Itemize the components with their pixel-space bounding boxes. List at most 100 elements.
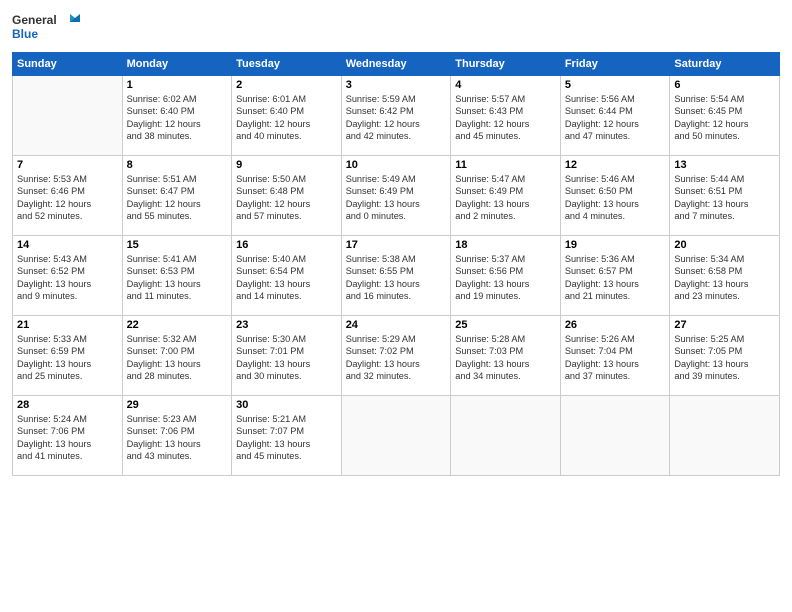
calendar-cell: 2Sunrise: 6:01 AM Sunset: 6:40 PM Daylig… [232, 76, 342, 156]
logo: General Blue [12, 10, 82, 46]
cell-content: Sunrise: 5:44 AM Sunset: 6:51 PM Dayligh… [674, 173, 775, 223]
cell-content: Sunrise: 5:59 AM Sunset: 6:42 PM Dayligh… [346, 93, 447, 143]
col-header-saturday: Saturday [670, 53, 780, 76]
calendar-cell: 28 Sunrise: 5:24 AM Sunset: 7:06 PM Dayli… [13, 396, 123, 476]
calendar-cell: 18 Sunrise: 5:37 AM Sunset: 6:56 PM Dayli… [451, 236, 561, 316]
calendar-cell [451, 396, 561, 476]
calendar-cell: 14 Sunrise: 5:43 AM Sunset: 6:52 PM Dayli… [13, 236, 123, 316]
calendar-cell: 6 Sunrise: 5:54 AM Sunset: 6:45 PM Daylig… [670, 76, 780, 156]
cell-content: Sunrise: 5:57 AM Sunset: 6:43 PM Dayligh… [455, 93, 556, 143]
day-number: 13 [674, 159, 775, 171]
day-number: 2 [236, 79, 337, 91]
day-number: 26 [565, 319, 666, 331]
day-number: 17 [346, 239, 447, 251]
day-number: 15 [127, 239, 228, 251]
day-number: 8 [127, 159, 228, 171]
calendar-cell: 13 Sunrise: 5:44 AM Sunset: 6:51 PM Dayli… [670, 156, 780, 236]
cell-content: Sunrise: 5:37 AM Sunset: 6:56 PM Dayligh… [455, 253, 556, 303]
logo-svg: General Blue [12, 10, 82, 46]
day-number: 29 [127, 399, 228, 411]
svg-text:Blue: Blue [12, 27, 38, 41]
col-header-wednesday: Wednesday [341, 53, 451, 76]
calendar-cell: 15 Sunrise: 5:41 AM Sunset: 6:53 PM Dayli… [122, 236, 232, 316]
calendar-cell: 21 Sunrise: 5:33 AM Sunset: 6:59 PM Dayli… [13, 316, 123, 396]
col-header-thursday: Thursday [451, 53, 561, 76]
calendar-cell: 23Sunrise: 5:30 AM Sunset: 7:01 PM Dayli… [232, 316, 342, 396]
calendar-cell: 20Sunrise: 5:34 AM Sunset: 6:58 PM Dayli… [670, 236, 780, 316]
cell-content: Sunrise: 5:33 AM Sunset: 6:59 PM Dayligh… [17, 333, 118, 383]
day-number: 10 [346, 159, 447, 171]
page-container: General Blue SundayMondayTuesdayWednesda… [0, 0, 792, 484]
day-number: 23 [236, 319, 337, 331]
day-number: 18 [455, 239, 556, 251]
day-number: 21 [17, 319, 118, 331]
day-number: 30 [236, 399, 337, 411]
cell-content: Sunrise: 5:32 AM Sunset: 7:00 PM Dayligh… [127, 333, 228, 383]
day-number: 20 [674, 239, 775, 251]
cell-content: Sunrise: 5:51 AM Sunset: 6:47 PM Dayligh… [127, 173, 228, 223]
day-number: 24 [346, 319, 447, 331]
week-row-1: 1 Sunrise: 6:02 AM Sunset: 6:40 PM Daylig… [13, 76, 780, 156]
day-number: 16 [236, 239, 337, 251]
header: General Blue [12, 10, 780, 46]
cell-content: Sunrise: 5:21 AM Sunset: 7:07 PM Dayligh… [236, 413, 337, 463]
calendar-header: SundayMondayTuesdayWednesdayThursdayFrid… [13, 53, 780, 76]
day-number: 3 [346, 79, 447, 91]
day-number: 22 [127, 319, 228, 331]
cell-content: Sunrise: 5:53 AM Sunset: 6:46 PM Dayligh… [17, 173, 118, 223]
calendar-cell: 25Sunrise: 5:28 AM Sunset: 7:03 PM Dayli… [451, 316, 561, 396]
calendar-cell [341, 396, 451, 476]
day-number: 12 [565, 159, 666, 171]
calendar-cell: 19Sunrise: 5:36 AM Sunset: 6:57 PM Dayli… [560, 236, 670, 316]
cell-content: Sunrise: 5:41 AM Sunset: 6:53 PM Dayligh… [127, 253, 228, 303]
calendar-cell [13, 76, 123, 156]
calendar-cell: 17 Sunrise: 5:38 AM Sunset: 6:55 PM Dayli… [341, 236, 451, 316]
cell-content: Sunrise: 5:38 AM Sunset: 6:55 PM Dayligh… [346, 253, 447, 303]
week-row-3: 14 Sunrise: 5:43 AM Sunset: 6:52 PM Dayli… [13, 236, 780, 316]
header-row: SundayMondayTuesdayWednesdayThursdayFrid… [13, 53, 780, 76]
cell-content: Sunrise: 5:24 AM Sunset: 7:06 PM Dayligh… [17, 413, 118, 463]
calendar-cell: 9 Sunrise: 5:50 AM Sunset: 6:48 PM Daylig… [232, 156, 342, 236]
cell-content: Sunrise: 5:54 AM Sunset: 6:45 PM Dayligh… [674, 93, 775, 143]
cell-content: Sunrise: 5:29 AM Sunset: 7:02 PM Dayligh… [346, 333, 447, 383]
cell-content: Sunrise: 5:25 AM Sunset: 7:05 PM Dayligh… [674, 333, 775, 383]
cell-content: Sunrise: 5:43 AM Sunset: 6:52 PM Dayligh… [17, 253, 118, 303]
cell-content: Sunrise: 5:49 AM Sunset: 6:49 PM Dayligh… [346, 173, 447, 223]
day-number: 27 [674, 319, 775, 331]
cell-content: Sunrise: 5:26 AM Sunset: 7:04 PM Dayligh… [565, 333, 666, 383]
calendar-cell: 3 Sunrise: 5:59 AM Sunset: 6:42 PM Daylig… [341, 76, 451, 156]
cell-content: Sunrise: 5:36 AM Sunset: 6:57 PM Dayligh… [565, 253, 666, 303]
calendar-cell [670, 396, 780, 476]
day-number: 4 [455, 79, 556, 91]
cell-content: Sunrise: 5:46 AM Sunset: 6:50 PM Dayligh… [565, 173, 666, 223]
day-number: 5 [565, 79, 666, 91]
cell-content: Sunrise: 5:56 AM Sunset: 6:44 PM Dayligh… [565, 93, 666, 143]
calendar-cell: 4 Sunrise: 5:57 AM Sunset: 6:43 PM Daylig… [451, 76, 561, 156]
calendar-table: SundayMondayTuesdayWednesdayThursdayFrid… [12, 52, 780, 476]
cell-content: Sunrise: 6:02 AM Sunset: 6:40 PM Dayligh… [127, 93, 228, 143]
col-header-friday: Friday [560, 53, 670, 76]
calendar-cell: 5 Sunrise: 5:56 AM Sunset: 6:44 PM Daylig… [560, 76, 670, 156]
day-number: 7 [17, 159, 118, 171]
calendar-cell: 29Sunrise: 5:23 AM Sunset: 7:06 PM Dayli… [122, 396, 232, 476]
week-row-4: 21 Sunrise: 5:33 AM Sunset: 6:59 PM Dayli… [13, 316, 780, 396]
calendar-cell: 16Sunrise: 5:40 AM Sunset: 6:54 PM Dayli… [232, 236, 342, 316]
week-row-2: 7 Sunrise: 5:53 AM Sunset: 6:46 PM Daylig… [13, 156, 780, 236]
calendar-cell: 30 Sunrise: 5:21 AM Sunset: 7:07 PM Dayli… [232, 396, 342, 476]
day-number: 14 [17, 239, 118, 251]
calendar-cell: 24 Sunrise: 5:29 AM Sunset: 7:02 PM Dayli… [341, 316, 451, 396]
calendar-cell: 7 Sunrise: 5:53 AM Sunset: 6:46 PM Daylig… [13, 156, 123, 236]
col-header-tuesday: Tuesday [232, 53, 342, 76]
day-number: 6 [674, 79, 775, 91]
calendar-cell: 22 Sunrise: 5:32 AM Sunset: 7:00 PM Dayli… [122, 316, 232, 396]
calendar-body: 1 Sunrise: 6:02 AM Sunset: 6:40 PM Daylig… [13, 76, 780, 476]
cell-content: Sunrise: 5:50 AM Sunset: 6:48 PM Dayligh… [236, 173, 337, 223]
day-number: 25 [455, 319, 556, 331]
day-number: 11 [455, 159, 556, 171]
day-number: 1 [127, 79, 228, 91]
calendar-cell [560, 396, 670, 476]
calendar-cell: 10 Sunrise: 5:49 AM Sunset: 6:49 PM Dayli… [341, 156, 451, 236]
calendar-cell: 1 Sunrise: 6:02 AM Sunset: 6:40 PM Daylig… [122, 76, 232, 156]
day-number: 9 [236, 159, 337, 171]
day-number: 28 [17, 399, 118, 411]
